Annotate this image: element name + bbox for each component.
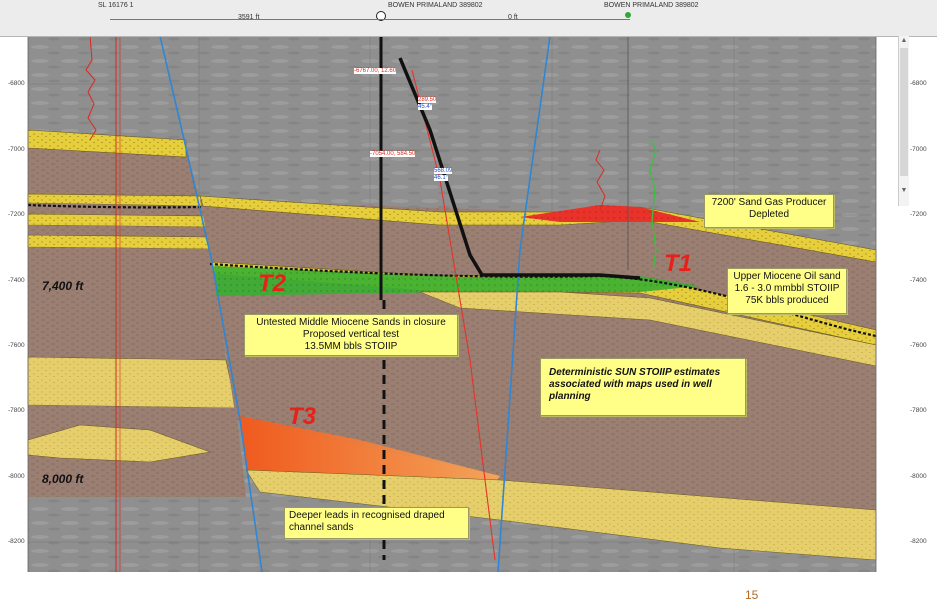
- depth-tick: -8000: [8, 473, 25, 480]
- shale-left-lower: [28, 247, 226, 360]
- callout-line: Upper Miocene Oil sand: [733, 271, 841, 282]
- depth-tick: -7200: [8, 211, 25, 218]
- well-name-right[interactable]: BOWEN PRIMALAND 389802: [604, 2, 699, 9]
- callout-line: channel sands: [289, 522, 354, 533]
- depth-tick: -7800: [8, 407, 25, 414]
- distance-ruler: [110, 19, 630, 20]
- well-header-bar: SL 16176 1 3591 ft BOWEN PRIMALAND 38980…: [0, 0, 937, 37]
- depth-tick: -8200: [910, 538, 927, 545]
- sand-left-5: [27, 356, 237, 409]
- well-name-center[interactable]: BOWEN PRIMALAND 389802: [388, 2, 483, 9]
- depth-tick: -7800: [910, 407, 927, 414]
- callout-line: planning: [549, 391, 591, 402]
- callout-line: 75K bbls produced: [745, 295, 829, 306]
- callout-line: Untested Middle Miocene Sands in closure: [256, 317, 446, 328]
- well-annotation: 46.1°: [434, 175, 449, 181]
- callout-line: Deeper leads in recognised draped: [289, 510, 445, 521]
- callout-line: associated with maps used in well: [549, 379, 712, 390]
- callout-upper-miocene: Upper Miocene Oil sand 1.6 - 3.0 mmbbl S…: [727, 268, 847, 314]
- callout-gas-producer: 7200' Sand Gas Producer Depleted: [704, 194, 834, 228]
- well-annotation: 289.50: [418, 97, 437, 103]
- callout-deterministic: Deterministic SUN STOIIP estimates assoc…: [540, 358, 746, 416]
- callout-deeper-leads: Deeper leads in recognised draped channe…: [284, 507, 469, 539]
- depth-tick: -8000: [910, 473, 927, 480]
- callout-line: Proposed vertical test: [302, 329, 400, 340]
- well-annotation: 45.4°: [418, 104, 433, 110]
- scroll-thumb[interactable]: [900, 48, 908, 176]
- depth-tick: -7400: [910, 277, 927, 284]
- callout-line: 13.5MM bbls STOIIP: [304, 341, 398, 352]
- target-label-t3: T3: [288, 403, 317, 430]
- scroll-down-arrow-icon[interactable]: ▼: [899, 186, 909, 196]
- sand-left-3: [27, 213, 209, 228]
- depth-tick: -7400: [8, 277, 25, 284]
- depth-label-8000: 8,000 ft: [42, 472, 84, 486]
- depth-tick: -7000: [8, 146, 25, 153]
- depth-tick: -8200: [8, 538, 25, 545]
- callout-line: Deterministic SUN STOIIP estimates: [549, 367, 721, 378]
- callout-line: Depleted: [748, 209, 790, 220]
- well-marker-right[interactable]: [625, 12, 631, 18]
- scroll-up-arrow-icon[interactable]: ▲: [899, 36, 909, 46]
- depth-tick: -7600: [910, 342, 927, 349]
- target-label-t2: T2: [258, 270, 287, 297]
- well-name-left[interactable]: SL 16176 1: [98, 2, 134, 9]
- callout-middle-miocene: Untested Middle Miocene Sands in closure…: [244, 314, 458, 356]
- target-label-t1: T1: [664, 250, 693, 277]
- page-number: 15: [745, 588, 759, 602]
- well-annotation: -7054.00, 584.50: [370, 151, 416, 157]
- depth-tick: -7600: [8, 342, 25, 349]
- depth-tick: -6800: [910, 80, 927, 87]
- well-annotation: -6767.00, 12.60: [354, 68, 397, 74]
- depth-label-7400: 7,400 ft: [42, 279, 84, 293]
- depth-tick: -6800: [8, 80, 25, 87]
- depth-tick: -7200: [910, 211, 927, 218]
- callout-line: 1.6 - 3.0 mmbbl STOIIP: [734, 283, 840, 294]
- well-annotation: 568.09: [434, 168, 453, 174]
- depth-tick: -7000: [910, 146, 927, 153]
- callout-line: 7200' Sand Gas Producer: [711, 197, 827, 208]
- vertical-scrollbar[interactable]: ▲ ▼: [898, 36, 909, 206]
